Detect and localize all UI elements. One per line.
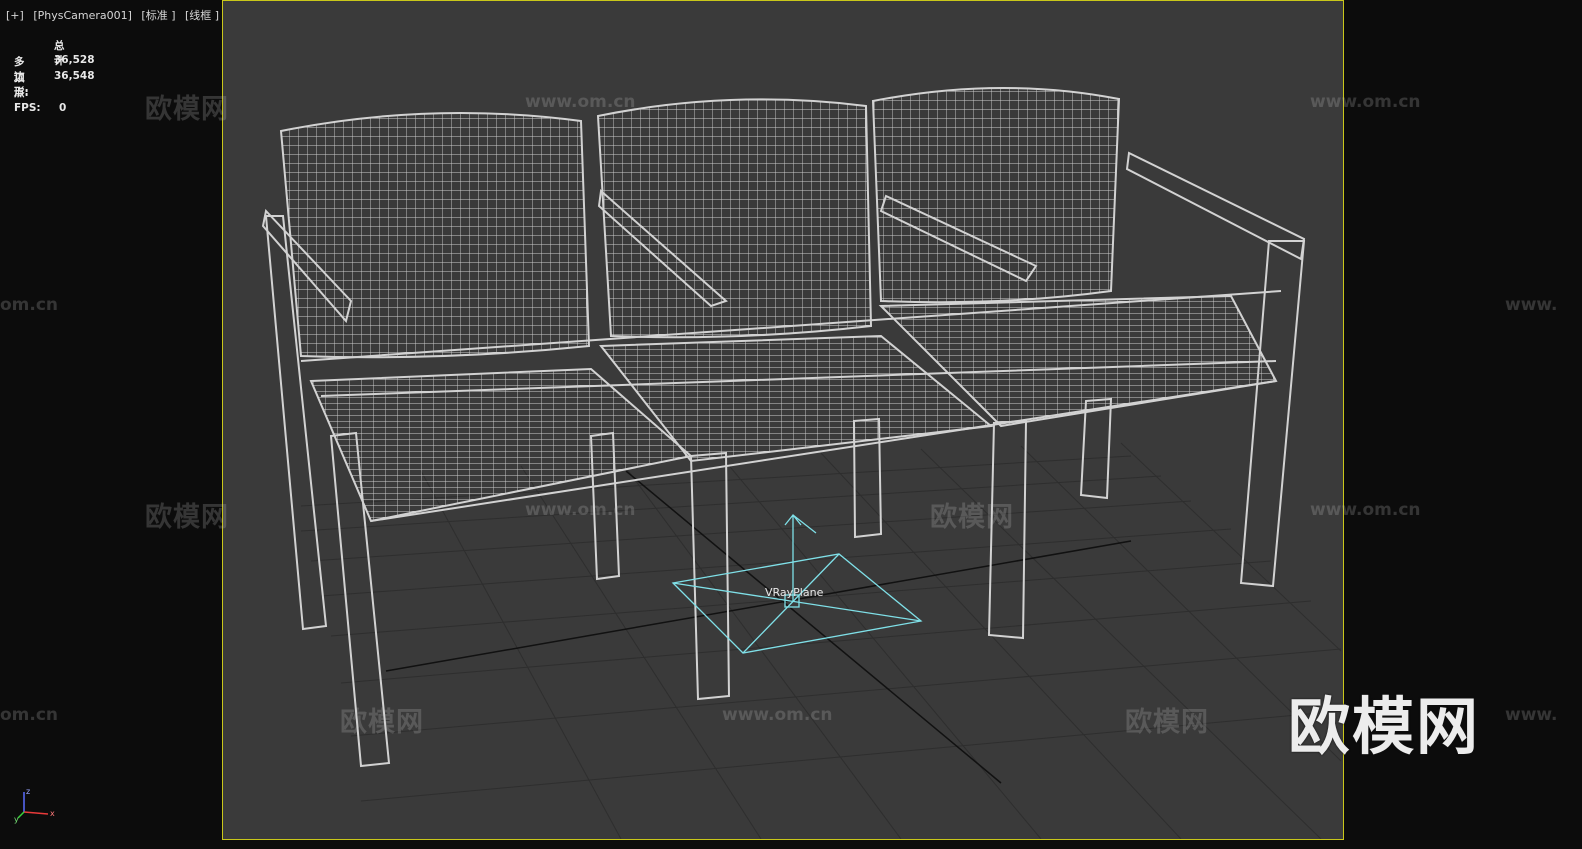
viewport-label: [+] [PhysCamera001] [标准 ] [线框 ] xyxy=(6,7,225,23)
site-logo: 欧模网 xyxy=(1288,690,1481,763)
viewport-shading-menu[interactable]: [标准 ] xyxy=(141,9,175,22)
grid-axis-x xyxy=(385,540,1132,672)
watermark-url-prefix: www. xyxy=(1505,705,1558,725)
watermark-cn: 欧模网 xyxy=(145,502,229,533)
viewport-scene: VRayPlane xyxy=(261,87,1342,839)
fps-value: 0 xyxy=(59,102,67,114)
axis-z-label: z xyxy=(26,787,30,796)
vrayplane-label: VRayPlane xyxy=(765,586,824,599)
watermark-url-partial: om.cn xyxy=(0,295,59,315)
viewport-menu-plus[interactable]: [+] xyxy=(6,9,24,22)
vertices-value: 36,548 xyxy=(54,70,95,82)
axis-y-label: y xyxy=(14,815,19,824)
polygons-value: 36,528 xyxy=(54,54,95,66)
vertices-label: 顶点: xyxy=(14,72,29,99)
viewport-camera-menu[interactable]: [PhysCamera001] xyxy=(33,9,132,22)
axis-tripod-icon: z x y xyxy=(14,787,55,824)
watermark-url-prefix: www. xyxy=(1505,295,1558,315)
viewport-display-menu[interactable]: [线框 ] xyxy=(185,9,219,22)
axis-x-label: x xyxy=(50,809,55,818)
fps-label: FPS: xyxy=(14,102,41,114)
camera-viewport[interactable]: VRayPlane xyxy=(222,0,1344,840)
watermark-url-partial: om.cn xyxy=(0,705,59,725)
bench-wireframe[interactable] xyxy=(261,87,1306,768)
watermark-cn: 欧模网 xyxy=(145,94,229,125)
